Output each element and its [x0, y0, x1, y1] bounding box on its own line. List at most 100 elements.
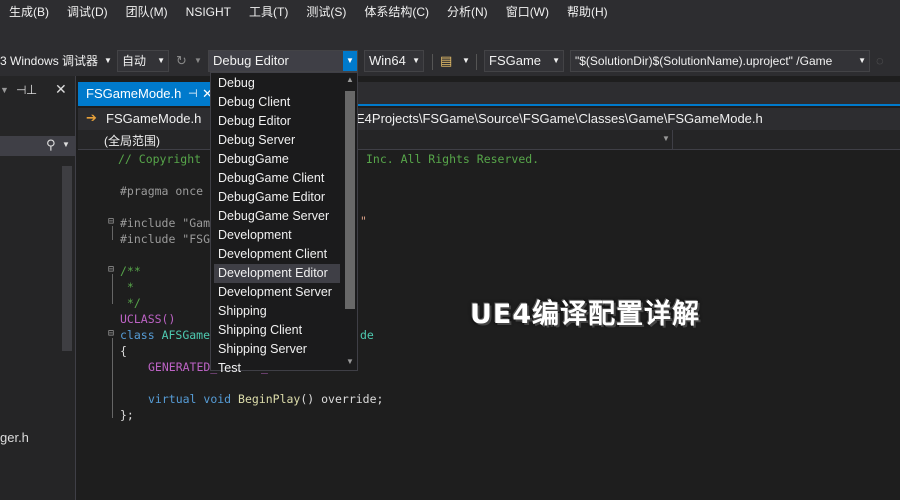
platform-combo[interactable]: Win64 ▼: [364, 50, 424, 72]
configuration-combo-value: Debug Editor: [213, 53, 289, 68]
dropdown-option[interactable]: Debug Server: [214, 131, 340, 150]
dropdown-option[interactable]: Shipping Client: [214, 321, 340, 340]
code-line: // Copyright: [118, 152, 208, 166]
code-keyword: class: [120, 328, 155, 342]
platform-combo-value: Win64: [369, 53, 406, 68]
chevron-down-icon[interactable]: ▼: [662, 134, 670, 143]
configuration-combo[interactable]: Debug Editor ▼: [208, 50, 358, 72]
scrollbar-thumb[interactable]: [345, 91, 355, 309]
menu-debug[interactable]: 调试(D): [58, 0, 117, 24]
code-string: ": [360, 214, 367, 228]
scroll-down-icon[interactable]: ▼: [343, 357, 357, 366]
code-keyword: virtual: [148, 392, 197, 406]
command-args-combo[interactable]: "$(SolutionDir)$(SolutionName).uproject"…: [570, 50, 870, 72]
dropdown-scrollbar[interactable]: ▲ ▼: [343, 73, 357, 370]
code-macro: UCLASS(): [120, 312, 176, 326]
code-text: () override;: [300, 392, 384, 406]
menu-help[interactable]: 帮助(H): [558, 0, 617, 24]
code-brace: {: [120, 344, 127, 358]
debugger-selector[interactable]: 3 Windows 调试器: [0, 50, 98, 72]
code-line: /**: [120, 264, 141, 278]
scrollbar-thumb[interactable]: [62, 166, 72, 351]
code-line: */: [120, 296, 141, 310]
dropdown-option[interactable]: Shipping Server: [214, 340, 340, 359]
fold-guide: [112, 338, 113, 418]
dropdown-option[interactable]: Debug: [214, 74, 340, 93]
pin-icon[interactable]: ⊣: [188, 82, 198, 106]
menu-team[interactable]: 团队(M): [117, 0, 177, 24]
scope-combo[interactable]: (全局范围): [104, 132, 160, 149]
panel-header: ▼ ⊣ ⊥ ✕: [0, 81, 76, 104]
auto-combo[interactable]: 自动 ▼: [117, 50, 169, 72]
dropdown-option[interactable]: DebugGame Server: [214, 207, 340, 226]
startup-project-combo[interactable]: FSGame ▼: [484, 50, 564, 72]
chevron-down-icon[interactable]: ▼: [104, 50, 112, 72]
dropdown-option[interactable]: Development Server: [214, 283, 340, 302]
code-comment: */: [120, 296, 141, 310]
scope-divider: [672, 130, 673, 150]
code-type: AFSGame: [161, 328, 211, 342]
solution-explorer-panel: ▼ ⊣ ⊥ ✕ ⚲ ▼ ger.h: [0, 76, 76, 500]
code-type: de: [360, 328, 374, 342]
dropdown-option[interactable]: Development Client: [214, 245, 340, 264]
pin-icon[interactable]: ⊥: [26, 82, 37, 98]
code-comment: // Copyright: [118, 152, 209, 166]
menu-build[interactable]: 生成(B): [0, 0, 58, 24]
tab-label: FSGameMode.h: [86, 86, 182, 101]
file-label[interactable]: FSGameMode.h: [106, 111, 201, 126]
code-line: #include "FSG: [120, 232, 210, 246]
menu-tools[interactable]: 工具(T): [240, 0, 297, 24]
tab-fsgamemode-h[interactable]: FSGameMode.h ⊣ ✕: [78, 82, 218, 106]
code-line: GENERATED_: [148, 360, 217, 374]
search-bar[interactable]: ⚲ ▼: [0, 136, 76, 156]
dropdown-option[interactable]: DebugGame: [214, 150, 340, 169]
spinner-icon: ◌: [876, 53, 884, 68]
dropdown-option[interactable]: Test: [214, 359, 340, 378]
menu-window[interactable]: 窗口(W): [497, 0, 558, 24]
menu-test[interactable]: 测试(S): [297, 0, 355, 24]
menu-analyze[interactable]: 分析(N): [438, 0, 497, 24]
code-keyword: void: [203, 392, 232, 406]
pin-icon[interactable]: ⊣: [16, 83, 26, 97]
dropdown-option[interactable]: Development Editor: [214, 264, 340, 283]
code-line: class AFSGame: [120, 328, 210, 342]
menu-nsight[interactable]: NSIGHT: [177, 0, 240, 24]
auto-combo-value: 自动: [122, 54, 147, 68]
chevron-down-icon: ▼: [412, 56, 420, 65]
configuration-dropdown-list[interactable]: Debug Debug Client Debug Editor Debug Serve…: [210, 72, 358, 375]
refresh-icon[interactable]: ↻: [176, 50, 187, 72]
dropdown-option[interactable]: DebugGame Editor: [214, 188, 340, 207]
file-path-label: E4Projects\FSGame\Source\FSGame\Classes\…: [356, 111, 763, 126]
code-comment: /**: [120, 264, 141, 278]
toolbar-separator: [432, 54, 433, 70]
chevron-down-icon: ▼: [856, 51, 866, 71]
code-line: ": [360, 214, 367, 228]
code-include: #include "Gam: [120, 216, 211, 230]
code-line: #pragma once: [120, 184, 203, 198]
tree-item-label[interactable]: ger.h: [0, 430, 29, 445]
code-function: BeginPlay: [238, 392, 301, 406]
chevron-down-icon: ▼: [343, 51, 357, 71]
find-in-files-icon[interactable]: ▤: [440, 50, 452, 72]
chevron-down-icon[interactable]: ▼: [194, 50, 202, 72]
dropdown-option[interactable]: DebugGame Client: [214, 169, 340, 188]
code-include: #include "FSG: [120, 232, 211, 246]
menu-architecture[interactable]: 体系结构(C): [355, 0, 438, 24]
dropdown-option[interactable]: Development: [214, 226, 340, 245]
dropdown-option[interactable]: Shipping: [214, 302, 340, 321]
close-icon[interactable]: ✕: [55, 81, 67, 98]
dropdown-option[interactable]: Debug Client: [214, 93, 340, 112]
chevron-down-icon[interactable]: ▼: [462, 50, 470, 72]
code-line: de: [360, 328, 374, 342]
watermark-title: UE4编译配置详解: [470, 299, 701, 330]
code-line: virtual void BeginPlay() override;: [148, 392, 383, 406]
fold-guide: [112, 274, 113, 304]
toolbar-separator: [476, 54, 477, 70]
code-comment: *: [120, 280, 134, 294]
standard-toolbar: 3 Windows 调试器 ▼ 自动 ▼ ↻ ▼ Debug Editor ▼ …: [0, 48, 900, 76]
chevron-down-icon[interactable]: ▼: [0, 85, 9, 95]
chevron-down-icon: ▼: [552, 56, 560, 65]
scroll-up-icon[interactable]: ▲: [343, 75, 357, 84]
scope-bar: (全局范围) ▼: [78, 130, 900, 150]
dropdown-option[interactable]: Debug Editor: [214, 112, 340, 131]
